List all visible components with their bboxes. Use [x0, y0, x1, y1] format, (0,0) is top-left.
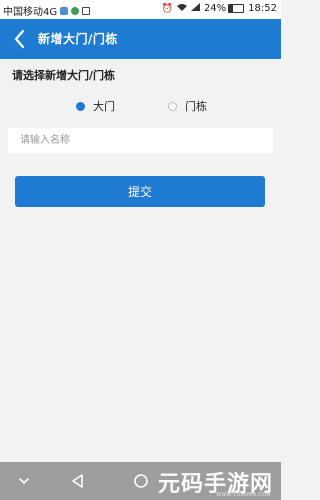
chevron-left-icon — [14, 29, 25, 49]
status-bar-left: 中国移动4G — [3, 3, 91, 18]
watermark-url: WWW.YUANMA.COM — [216, 492, 271, 498]
battery-fill — [229, 5, 233, 12]
back-button[interactable] — [8, 27, 32, 51]
name-input[interactable] — [8, 128, 273, 153]
section-label: 请选择新增大门/门栋 — [12, 69, 116, 82]
battery-icon — [228, 4, 245, 13]
home-circle-icon — [134, 474, 148, 488]
radio-option-gate[interactable]: 大门 — [76, 98, 115, 114]
nav-home-button[interactable] — [131, 471, 151, 491]
nav-back-button[interactable] — [68, 471, 88, 491]
signal-icon — [190, 3, 200, 14]
page-title: 新增大门/门栋 — [38, 32, 118, 46]
image-icon — [82, 6, 91, 15]
carrier-label: 中国移动4G — [3, 7, 58, 18]
app-icon — [60, 6, 69, 15]
collapse-button[interactable] — [14, 471, 34, 491]
app-icon-2 — [71, 6, 80, 15]
submit-button[interactable]: 提交 — [15, 176, 265, 207]
radio-option-building[interactable]: 门栋 — [168, 98, 207, 114]
status-bar-right: ⏰ 24% 18:52 — [162, 3, 277, 14]
battery-percent: 24% — [203, 3, 227, 14]
radio-unselected-icon — [168, 101, 177, 111]
app-header: 新增大门/门栋 — [0, 19, 281, 59]
option-radio-group: 大门 门栋 — [0, 98, 281, 114]
radio-label: 门栋 — [185, 100, 207, 113]
radio-selected-icon — [76, 101, 85, 111]
status-bar: 中国移动4G ⏰ 24% 18:52 — [0, 0, 281, 19]
back-triangle-icon — [72, 474, 83, 488]
radio-label: 大门 — [93, 100, 115, 113]
alarm-icon: ⏰ — [161, 3, 173, 14]
system-nav-bar: 元码手游网 WWW.YUANMA.COM — [0, 462, 281, 500]
wifi-icon — [176, 3, 187, 14]
collapse-icon — [19, 478, 29, 485]
clock: 18:52 — [248, 3, 277, 14]
